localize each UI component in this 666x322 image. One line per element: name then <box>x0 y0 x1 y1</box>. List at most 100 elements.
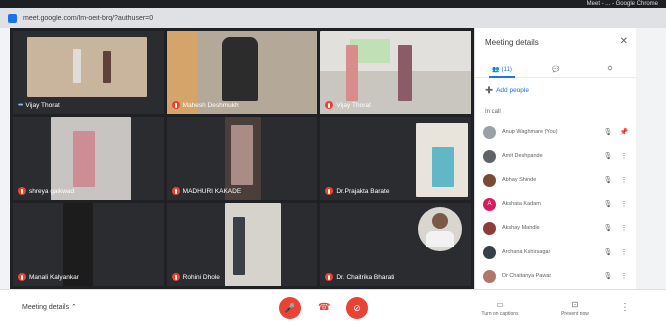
more-options-icon[interactable]: ⋮ <box>620 302 630 313</box>
present-now-button[interactable]: ⊡ Present now <box>545 300 605 317</box>
people-count: (11) <box>501 66 512 73</box>
mic-off-icon <box>18 187 26 195</box>
mic-off-icon <box>325 101 334 109</box>
more-vert-icon[interactable]: ⋮ <box>619 200 629 208</box>
avatar <box>483 173 496 187</box>
more-vert-icon[interactable]: ⋮ <box>619 248 629 256</box>
participant-name: Abhay Shinde <box>502 177 537 183</box>
more-vert-icon[interactable]: ⋮ <box>619 176 629 184</box>
tab-chat[interactable]: 💬 <box>529 62 583 77</box>
participant-figure <box>73 49 81 83</box>
video-tile[interactable]: Dr.Prajakta Barate <box>320 117 471 200</box>
add-person-icon: ➕ <box>485 87 494 94</box>
mic-off-icon: 🎙 <box>603 201 613 208</box>
participant-name: Mahesh Deshmukh <box>182 101 239 109</box>
video-tile[interactable]: Vijay Thorat <box>320 31 471 114</box>
close-icon[interactable]: ✕ <box>620 36 628 47</box>
avatar <box>483 245 496 259</box>
participant-row[interactable]: Abhay Shinde 🎙 ⋮ <box>475 168 637 192</box>
more-vert-icon[interactable]: ⋮ <box>619 272 629 280</box>
participant-name: MADHURI KAKADE <box>182 187 242 195</box>
window-title: Meet - ... - Google Chrome <box>586 1 658 7</box>
participant-name: shreya gaikwad <box>29 187 75 195</box>
mic-off-icon: 🎙 <box>603 129 613 136</box>
meet-window: Meet - ... - Google Chrome meet.google.c… <box>0 0 666 322</box>
participant-name: Amit Deshpande <box>502 153 543 159</box>
participant-row[interactable]: Anup Waghmare (You) 🎙 📌 <box>475 120 637 144</box>
avatar <box>483 221 496 235</box>
add-people-label: Add people <box>496 86 529 94</box>
people-icon: 👥 <box>492 67 500 73</box>
activities-icon: ⛭ <box>607 66 613 72</box>
video-tile[interactable]: ••• Vijay Thorat <box>13 31 164 114</box>
panel-tabs: 👥 (11) 💬 ⛭ <box>475 62 637 78</box>
video-tile[interactable]: Mahesh Deshmukh <box>166 31 318 114</box>
add-people-button[interactable]: ➕ Add people <box>485 86 529 95</box>
tab-people[interactable]: 👥 (11) <box>475 62 529 78</box>
captions-label: Turn on captions <box>481 311 519 317</box>
participant-figure <box>232 217 245 275</box>
participant-figure <box>221 37 258 101</box>
participant-name: Dr. Chaitrika Bharati <box>336 273 395 281</box>
participant-figure <box>398 45 413 101</box>
avatar <box>483 149 496 163</box>
chevron-up-icon: ⌃ <box>71 304 77 311</box>
participant-figure <box>432 147 455 187</box>
participant-name: Vijay Thorat <box>25 102 60 109</box>
mic-off-icon: 🎙 <box>603 273 613 280</box>
participant-list: Anup Waghmare (You) 🎙 📌 Amit Deshpande 🎙 ⋮ Abh… <box>475 120 637 288</box>
participant-name: Rohini Dhole <box>182 273 220 281</box>
more-vert-icon[interactable]: ⋮ <box>619 224 629 232</box>
video-tile[interactable]: MADHURI KAKADE <box>166 117 318 200</box>
mic-off-icon: 🎙 <box>603 225 613 232</box>
participant-figure <box>346 45 359 101</box>
participant-name: Akshata Kadam <box>502 201 541 207</box>
leave-call-button[interactable]: ☎ <box>318 302 330 313</box>
speaking-dots-icon: ••• <box>18 102 23 109</box>
tab-activities[interactable]: ⛭ <box>583 62 637 77</box>
browser-tab-strip: Meet - ... - Google Chrome <box>0 0 666 8</box>
video-grid: ••• Vijay Thorat Mahesh Deshmukh Vijay Th… <box>10 28 474 289</box>
meeting-details-label: Meeting details <box>22 304 70 311</box>
room-wall <box>27 37 147 97</box>
mic-off-icon: 🎙 <box>603 153 613 160</box>
participant-figure <box>230 125 253 185</box>
participant-figure <box>103 51 111 83</box>
call-controls-bar: Meeting details ⌃ 🎤 ☎ ⊘ ▭ Turn on captio… <box>0 289 666 322</box>
more-vert-icon[interactable]: 📌 <box>619 128 629 136</box>
participant-row[interactable]: A Akshata Kadam 🎙 ⋮ <box>475 192 637 216</box>
meet-favicon-icon <box>8 13 17 23</box>
participant-row[interactable]: Archana Kshirsagar 🎙 ⋮ <box>475 240 637 264</box>
meeting-details-button[interactable]: Meeting details ⌃ <box>22 303 77 311</box>
in-call-heading: In call <box>485 109 501 115</box>
present-icon: ⊡ <box>571 300 579 309</box>
url-text[interactable]: meet.google.com/lm-oeit-brq/?authuser=0 <box>23 15 153 22</box>
participant-name: Akshay Mandle <box>502 225 540 231</box>
address-bar[interactable]: meet.google.com/lm-oeit-brq/?authuser=0 <box>0 8 666 28</box>
participant-name: Dr.Prajakta Barate <box>336 187 390 195</box>
video-tile[interactable]: Manali Kalyankar <box>13 203 164 286</box>
mic-off-icon: 🎙 <box>603 249 613 256</box>
participant-name: Manali Kalyankar <box>29 273 79 281</box>
video-tile[interactable]: shreya gaikwad <box>13 117 164 200</box>
video-tile[interactable]: Dr. Chaitrika Bharati <box>320 203 471 286</box>
mic-off-icon <box>171 187 180 195</box>
mic-off-icon: 🎙 <box>603 177 613 184</box>
mic-off-icon <box>171 273 180 281</box>
camera-toggle-button[interactable]: ⊘ <box>346 297 368 319</box>
more-vert-icon[interactable]: ⋮ <box>619 152 629 160</box>
avatar <box>483 269 496 283</box>
captions-button[interactable]: ▭ Turn on captions <box>470 300 530 317</box>
chat-icon: 💬 <box>552 67 560 73</box>
mic-toggle-button[interactable]: 🎤 <box>279 297 301 319</box>
participant-row[interactable]: Dr Chaitanya Pawar 🎙 ⋮ <box>475 264 637 288</box>
participant-name: Vijay Thorat <box>336 101 371 109</box>
mic-off-icon <box>325 273 334 281</box>
present-label: Present now <box>561 311 589 317</box>
video-tile[interactable]: Rohini Dhole <box>166 203 318 286</box>
mic-off-icon <box>18 273 26 281</box>
participant-row[interactable]: Akshay Mandle 🎙 ⋮ <box>475 216 637 240</box>
camera-off-icon: ⊘ <box>353 302 361 313</box>
phone-hangup-icon: ☎ <box>318 302 331 313</box>
participant-row[interactable]: Amit Deshpande 🎙 ⋮ <box>475 144 637 168</box>
